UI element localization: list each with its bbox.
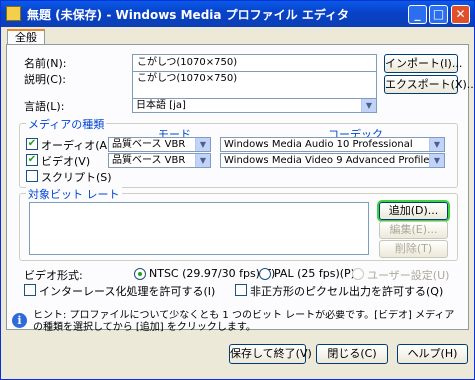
media-type-group-label: メディアの種類	[26, 116, 107, 132]
language-dropdown[interactable]: 日本語 [ja] ▼	[132, 98, 377, 113]
save-and-close-button[interactable]: 保存して終了(V)	[229, 344, 312, 364]
app-icon	[6, 6, 21, 21]
audio-mode-value: 品質ベース VBR	[112, 139, 186, 150]
description-label: 説明(C):	[24, 73, 66, 86]
name-label: 名前(N):	[24, 57, 67, 70]
video-label: ビデオ(V)	[41, 155, 91, 168]
language-label: 言語(L):	[24, 100, 65, 113]
video-codec-value: Windows Media Video 9 Advanced Profile	[224, 155, 430, 166]
chevron-down-icon: ▼	[429, 138, 444, 151]
import-button[interactable]: インポート(I)...	[384, 54, 462, 73]
pal-label: PAL (25 fps)(P)	[274, 267, 355, 280]
delete-bitrate-button[interactable]: 削除(T)	[379, 240, 448, 258]
video-mode-value: 品質ベース VBR	[112, 155, 186, 166]
nonsquare-pixel-checkbox[interactable]	[235, 284, 247, 296]
chevron-down-icon: ▼	[361, 99, 376, 112]
audio-codec-value: Windows Media Audio 10 Professional	[224, 139, 413, 150]
user-setting-label: ユーザー設定(U)	[367, 269, 450, 282]
video-checkbox[interactable]: ✔	[26, 154, 38, 166]
video-format-label: ビデオ形式:	[24, 269, 83, 282]
add-bitrate-button[interactable]: 追加(D)...	[379, 202, 448, 220]
info-icon: i	[12, 313, 27, 328]
chevron-down-icon: ▼	[195, 154, 210, 167]
chevron-down-icon: ▼	[429, 154, 444, 167]
profile-editor-window: 無題 (未保存) - Windows Media プロファイル エディタ _ □…	[0, 0, 475, 380]
audio-checkbox[interactable]: ✔	[26, 138, 38, 150]
script-checkbox[interactable]	[26, 170, 38, 182]
language-value: 日本語 [ja]	[136, 100, 186, 111]
title-bar[interactable]: 無題 (未保存) - Windows Media プロファイル エディタ _ □…	[1, 1, 474, 27]
maximize-button[interactable]: □	[429, 5, 448, 24]
audio-codec-dropdown[interactable]: Windows Media Audio 10 Professional ▼	[220, 137, 445, 152]
bitrate-list[interactable]	[29, 202, 369, 255]
window-title: 無題 (未保存) - Windows Media プロファイル エディタ	[27, 8, 350, 22]
audio-label: オーディオ(A)	[41, 139, 112, 152]
script-label: スクリプト(S)	[41, 171, 112, 184]
info-text: ヒント: プロファイルについて少なくとも 1 つのビット レートが必要です。[ビ…	[33, 310, 455, 333]
interlace-checkbox[interactable]	[24, 284, 36, 296]
chevron-down-icon: ▼	[195, 138, 210, 151]
bitrate-group: 対象ビット レート 追加(D)... 編集(E)... 削除(T)	[19, 186, 458, 261]
export-button[interactable]: エクスポート(X)...	[384, 75, 475, 94]
minimize-button[interactable]: _	[408, 5, 427, 24]
pal-radio[interactable]	[259, 268, 271, 280]
close-button[interactable]: 閉じる(C)	[316, 344, 388, 364]
edit-bitrate-button[interactable]: 編集(E)...	[379, 221, 448, 239]
close-window-button[interactable]: ✕	[451, 5, 470, 24]
video-mode-dropdown[interactable]: 品質ベース VBR ▼	[108, 153, 211, 168]
nonsquare-pixel-label: 非正方形のピクセル出力を許可する(Q)	[250, 285, 444, 298]
ntsc-label: NTSC (29.97/30 fps)(T)	[149, 267, 276, 280]
user-setting-radio[interactable]	[352, 268, 364, 280]
bitrate-group-label: 対象ビット レート	[26, 186, 122, 202]
media-type-group: メディアの種類 モード コーデック ✔ オーディオ(A) 品質ベース VBR ▼…	[19, 116, 458, 188]
description-field[interactable]: こがしつ(1070×750)	[132, 71, 377, 99]
name-field[interactable]: こがしつ(1070×750)	[132, 54, 377, 72]
interlace-label: インターレース化処理を許可する(I)	[39, 285, 216, 298]
video-codec-dropdown[interactable]: Windows Media Video 9 Advanced Profile ▼	[220, 153, 445, 168]
audio-mode-dropdown[interactable]: 品質ベース VBR ▼	[108, 137, 211, 152]
general-panel: 名前(N): こがしつ(1070×750) 説明(C): こがしつ(1070×7…	[6, 44, 475, 330]
help-button[interactable]: ヘルプ(H)	[397, 344, 468, 364]
ntsc-radio[interactable]	[134, 268, 146, 280]
